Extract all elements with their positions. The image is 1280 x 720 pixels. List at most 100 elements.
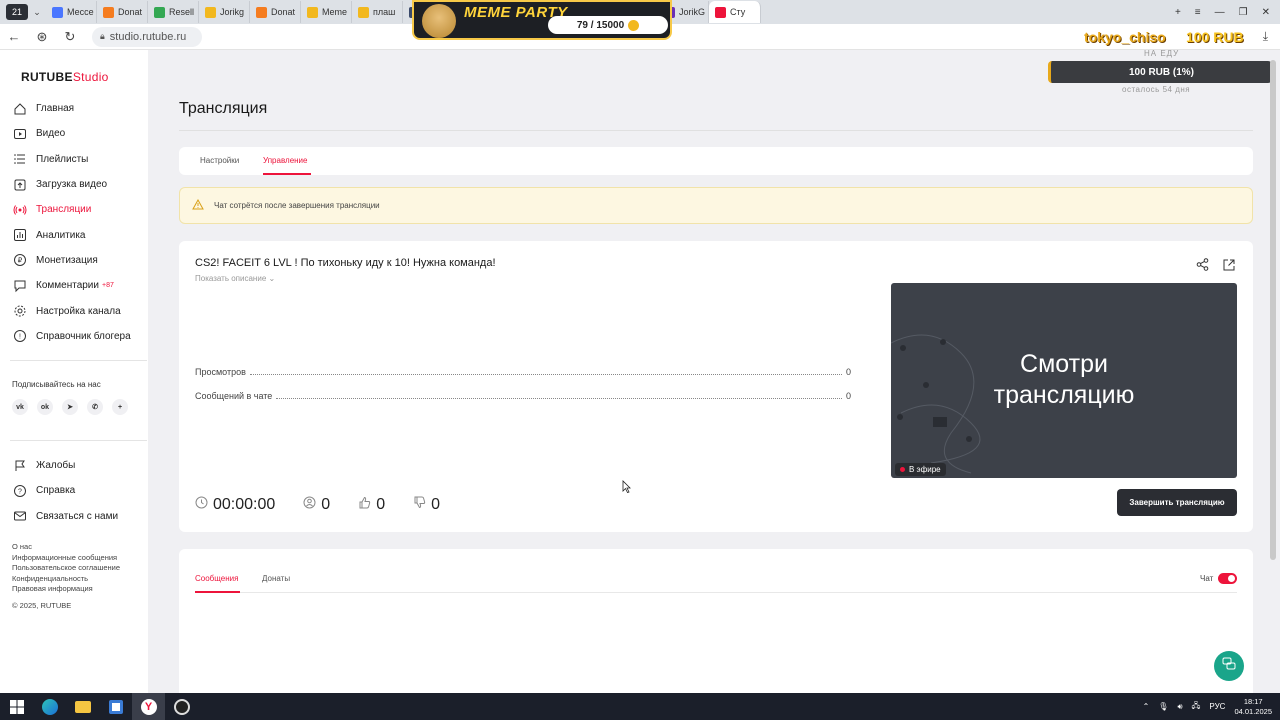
chevron-down-icon: ⌄ bbox=[268, 274, 276, 283]
viber-icon[interactable]: ✆ bbox=[87, 399, 103, 415]
vk-icon[interactable]: vk bbox=[12, 399, 28, 415]
telegram-icon[interactable]: ➤ bbox=[62, 399, 78, 415]
sidebar-item-upload[interactable]: Загрузка видео bbox=[0, 172, 148, 197]
stream-preview[interactable]: Смотри трансляцию В эфире bbox=[891, 283, 1237, 478]
clock-date: 04.01.2025 bbox=[1234, 706, 1272, 716]
footer-link[interactable]: Пользовательское соглашение bbox=[12, 563, 120, 574]
page-scrollbar[interactable] bbox=[1270, 60, 1276, 560]
sidebar: RUTUBEStudio Главная Видео Плейлисты Загруз… bbox=[0, 50, 148, 693]
viewer-icon bbox=[303, 496, 316, 514]
browser-tab-label: Jorikg bbox=[220, 7, 245, 17]
sidebar-item-help[interactable]: ? Справка bbox=[0, 478, 148, 503]
browser-tab[interactable]: Donat bbox=[250, 1, 301, 23]
close-icon[interactable]: ✕ bbox=[1262, 7, 1270, 18]
footer-link[interactable]: Информационные сообщения bbox=[12, 553, 120, 564]
sidebar-item-flag[interactable]: Жалобы bbox=[0, 453, 148, 478]
tab-management[interactable]: Управление bbox=[263, 156, 307, 165]
sidebar-item-mail[interactable]: Связаться с нами bbox=[0, 504, 148, 529]
tab-messages[interactable]: Сообщения bbox=[195, 574, 238, 583]
browser-tab[interactable]: Donat bbox=[97, 1, 148, 23]
chat-toggle[interactable] bbox=[1218, 573, 1237, 584]
favicon-icon bbox=[715, 6, 726, 18]
browser-tab[interactable]: плаш bbox=[352, 1, 403, 23]
copyright: © 2025, RUTUBE bbox=[12, 600, 72, 610]
reload-icon[interactable]: ↻ bbox=[56, 29, 84, 45]
warning-icon bbox=[192, 198, 204, 212]
store-icon[interactable] bbox=[99, 693, 132, 720]
flag-icon bbox=[13, 459, 27, 473]
windows-start-icon[interactable] bbox=[0, 693, 33, 720]
dislikes-value: 0 bbox=[431, 496, 440, 513]
stat-views-label: Просмотров bbox=[195, 367, 246, 377]
clock[interactable]: 18:17 04.01.2025 bbox=[1234, 697, 1272, 717]
favicon-icon bbox=[154, 6, 165, 18]
divider bbox=[10, 440, 147, 441]
url-field[interactable]: 🔒︎ studio.rutube.ru bbox=[92, 26, 202, 47]
file-explorer-icon[interactable] bbox=[66, 693, 99, 720]
divider bbox=[195, 592, 1237, 593]
browser-tab[interactable]: Meme bbox=[301, 1, 352, 23]
open-external-icon[interactable] bbox=[1223, 258, 1235, 276]
tab-count[interactable]: 21 bbox=[6, 4, 28, 20]
browser-tab[interactable]: Resell bbox=[148, 1, 199, 23]
sidebar-item-analytics[interactable]: Аналитика bbox=[0, 222, 148, 247]
thumbs-down-icon bbox=[413, 496, 426, 514]
new-tab-icon[interactable]: + bbox=[1175, 7, 1181, 18]
viewers-value: 0 bbox=[321, 496, 331, 513]
alert-text: Чат сотрётся после завершения трансляции bbox=[214, 201, 380, 210]
footer-link[interactable]: Правовая информация bbox=[12, 584, 120, 595]
network-icon[interactable]: 🖧︎ bbox=[1192, 700, 1201, 714]
sidebar-item-comments[interactable]: Комментарии +87 bbox=[0, 273, 148, 298]
menu-icon[interactable]: ≡ bbox=[1195, 7, 1201, 18]
sidebar-item-broadcast[interactable]: Трансляции bbox=[0, 197, 148, 222]
tab-settings[interactable]: Настройки bbox=[200, 156, 239, 165]
sidebar-item-label: Справочник блогера bbox=[36, 330, 131, 342]
footer-link[interactable]: О нас bbox=[12, 542, 120, 553]
sidebar-item-settings[interactable]: Настройка канала bbox=[0, 298, 148, 323]
help-icon: ? bbox=[13, 484, 27, 498]
download-icon[interactable]: ⤓ bbox=[1263, 29, 1268, 44]
tab-donations[interactable]: Донаты bbox=[262, 574, 290, 583]
rutube-studio-logo[interactable]: RUTUBEStudio bbox=[21, 70, 109, 84]
stream-counters: 00:00:00 0 0 0 bbox=[195, 496, 440, 514]
sidebar-item-monetization[interactable]: ₽ Монетизация bbox=[0, 248, 148, 273]
browser-tab[interactable]: Сту bbox=[709, 1, 761, 23]
show-description-link[interactable]: Показать описание ⌄ bbox=[195, 274, 275, 283]
ok-icon[interactable]: ok bbox=[37, 399, 53, 415]
chat-card: Сообщения Донаты Чат bbox=[179, 549, 1253, 693]
sidebar-item-label: Главная bbox=[36, 103, 75, 115]
logo-studio: Studio bbox=[72, 70, 109, 84]
support-chat-button[interactable] bbox=[1214, 651, 1244, 681]
language-indicator[interactable]: РУС bbox=[1209, 702, 1225, 711]
yandex-icon[interactable]: ⊛ bbox=[28, 29, 56, 45]
sidebar-item-home[interactable]: Главная bbox=[0, 96, 148, 121]
yandex-browser-icon[interactable]: Y bbox=[132, 693, 165, 720]
restore-icon[interactable]: ❐ bbox=[1239, 7, 1248, 18]
sidebar-item-video[interactable]: Видео bbox=[0, 121, 148, 146]
sidebar-item-label: Связаться с нами bbox=[36, 510, 119, 522]
comments-badge: +87 bbox=[101, 282, 114, 290]
obs-icon[interactable] bbox=[165, 693, 198, 720]
sidebar-item-playlist[interactable]: Плейлисты bbox=[0, 147, 148, 172]
browser-tab[interactable]: Jorikg bbox=[199, 1, 250, 23]
end-stream-button[interactable]: Завершить трансляцию bbox=[1117, 489, 1237, 516]
chevron-up-icon[interactable]: ⌃ bbox=[1143, 702, 1150, 711]
microphone-icon[interactable]: 🎙︎ bbox=[1158, 702, 1168, 711]
settings-icon bbox=[13, 304, 27, 318]
chevron-down-icon[interactable]: ⌄ bbox=[28, 7, 46, 18]
minimize-icon[interactable]: — bbox=[1215, 7, 1225, 18]
doge-icon bbox=[422, 4, 456, 38]
volume-icon[interactable]: 🔊︎ bbox=[1177, 702, 1182, 712]
social-links: vk ok ➤ ✆ + bbox=[12, 399, 128, 415]
browser-tab-label: плаш bbox=[373, 7, 396, 17]
share-icon[interactable] bbox=[1196, 258, 1209, 276]
meme-party-overlay: MEME PARTY 79 / 15000 bbox=[412, 0, 672, 40]
edge-icon[interactable] bbox=[33, 693, 66, 720]
sidebar-item-guide[interactable]: ! Справочник блогера bbox=[0, 324, 148, 349]
more-icon[interactable]: + bbox=[112, 399, 128, 415]
browser-tab[interactable]: Мессе bbox=[46, 1, 97, 23]
footer-link[interactable]: Конфиденциальность bbox=[12, 574, 120, 585]
back-icon[interactable]: ← bbox=[0, 29, 28, 44]
preview-text-line1: Смотри bbox=[1020, 350, 1108, 378]
playlist-icon bbox=[13, 152, 27, 166]
